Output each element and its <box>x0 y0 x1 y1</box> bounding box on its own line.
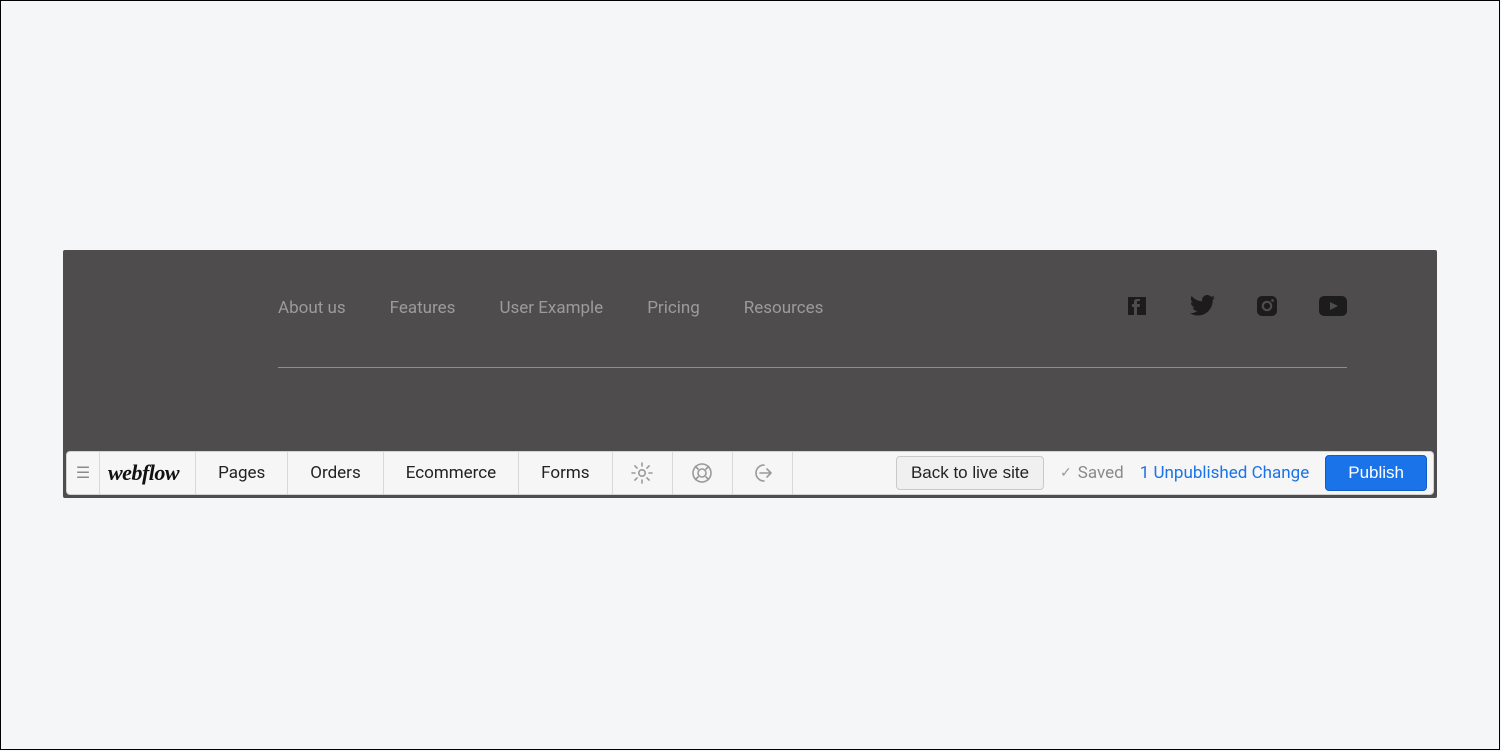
unpublished-changes-link[interactable]: 1 Unpublished Change <box>1140 463 1310 483</box>
editor-bar-right: Back to live site Saved 1 Unpublished Ch… <box>896 452 1433 494</box>
help-button[interactable] <box>673 452 733 494</box>
tab-pages[interactable]: Pages <box>196 452 288 494</box>
twitter-icon[interactable] <box>1189 295 1215 321</box>
footer-link-pricing[interactable]: Pricing <box>647 298 700 318</box>
tab-forms[interactable]: Forms <box>519 452 612 494</box>
webflow-logo-text: webflow <box>108 460 179 486</box>
saved-status: Saved <box>1060 463 1124 483</box>
footer-content: About us Features User Example Pricing R… <box>278 288 1347 368</box>
tab-orders[interactable]: Orders <box>288 452 383 494</box>
youtube-icon[interactable] <box>1319 296 1347 320</box>
footer-row: About us Features User Example Pricing R… <box>278 288 1347 328</box>
footer-link-user-example[interactable]: User Example <box>499 298 603 318</box>
footer-nav: About us Features User Example Pricing R… <box>278 298 823 318</box>
footer-link-features[interactable]: Features <box>390 298 456 318</box>
webflow-logo[interactable]: webflow <box>100 452 196 494</box>
instagram-icon[interactable] <box>1255 294 1279 322</box>
footer-link-about[interactable]: About us <box>278 298 346 318</box>
publish-button[interactable]: Publish <box>1325 455 1427 491</box>
editor-bar: ☰ webflow Pages Orders Ecommerce Forms B… <box>66 451 1434 495</box>
footer-link-resources[interactable]: Resources <box>744 298 824 318</box>
logout-icon <box>750 461 774 485</box>
site-footer-panel: About us Features User Example Pricing R… <box>63 250 1437 498</box>
footer-divider <box>278 367 1347 368</box>
tab-ecommerce[interactable]: Ecommerce <box>384 452 519 494</box>
facebook-icon[interactable] <box>1125 294 1149 322</box>
lifering-icon <box>690 461 714 485</box>
back-to-live-button[interactable]: Back to live site <box>896 456 1044 490</box>
footer-social <box>1125 294 1347 322</box>
editor-bar-wrapper: ☰ webflow Pages Orders Ecommerce Forms B… <box>63 448 1437 498</box>
editor-bar-spacer <box>793 452 896 494</box>
logout-button[interactable] <box>733 452 793 494</box>
hamburger-icon: ☰ <box>76 465 90 481</box>
menu-button[interactable]: ☰ <box>67 452 100 494</box>
settings-button[interactable] <box>613 452 673 494</box>
gear-icon <box>630 461 654 485</box>
